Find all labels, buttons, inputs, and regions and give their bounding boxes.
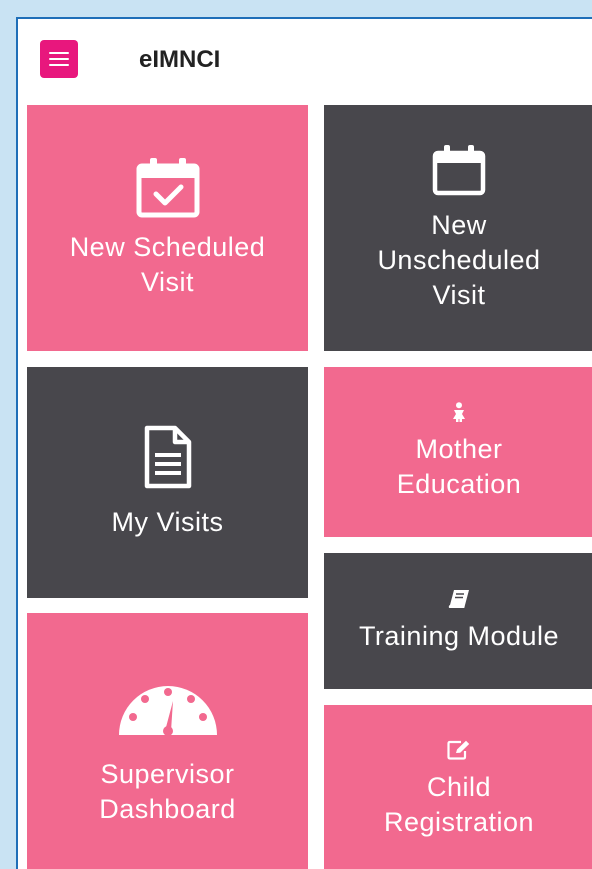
mother-icon	[453, 402, 465, 422]
tile-mother-education[interactable]: Mother Education	[324, 367, 592, 537]
tile-child-registration[interactable]: Child Registration	[324, 705, 592, 869]
calendar-icon	[432, 144, 486, 195]
document-icon	[144, 425, 191, 489]
tile-label: Child Registration	[383, 772, 535, 837]
tile-my-visits[interactable]: My Visits	[27, 367, 308, 598]
book-icon	[448, 589, 469, 608]
tile-label: New Unscheduled Visit	[377, 209, 541, 310]
app-title: eIMNCI	[139, 46, 221, 73]
app-bar: eIMNCI	[18, 19, 592, 105]
app-frame: eIMNCI New Scheduled Visit New Unschedul…	[16, 17, 592, 869]
calendar-check-icon	[136, 158, 199, 218]
tile-new-scheduled-visit[interactable]: New Scheduled Visit	[27, 105, 308, 351]
tile-new-unscheduled-visit[interactable]: New Unscheduled Visit	[324, 105, 592, 351]
tile-label: Supervisor Dashboard	[99, 759, 236, 824]
tile-label: Mother Education	[396, 434, 522, 499]
gauge-icon	[118, 686, 217, 736]
tile-label: My Visits	[111, 507, 224, 537]
tile-label: Training Module	[358, 620, 560, 651]
edit-icon	[447, 740, 470, 760]
tile-training-module[interactable]: Training Module	[324, 553, 592, 689]
tile-label: New Scheduled Visit	[69, 232, 266, 297]
menu-icon[interactable]	[40, 40, 78, 78]
tile-supervisor-dashboard[interactable]: Supervisor Dashboard	[27, 613, 308, 869]
